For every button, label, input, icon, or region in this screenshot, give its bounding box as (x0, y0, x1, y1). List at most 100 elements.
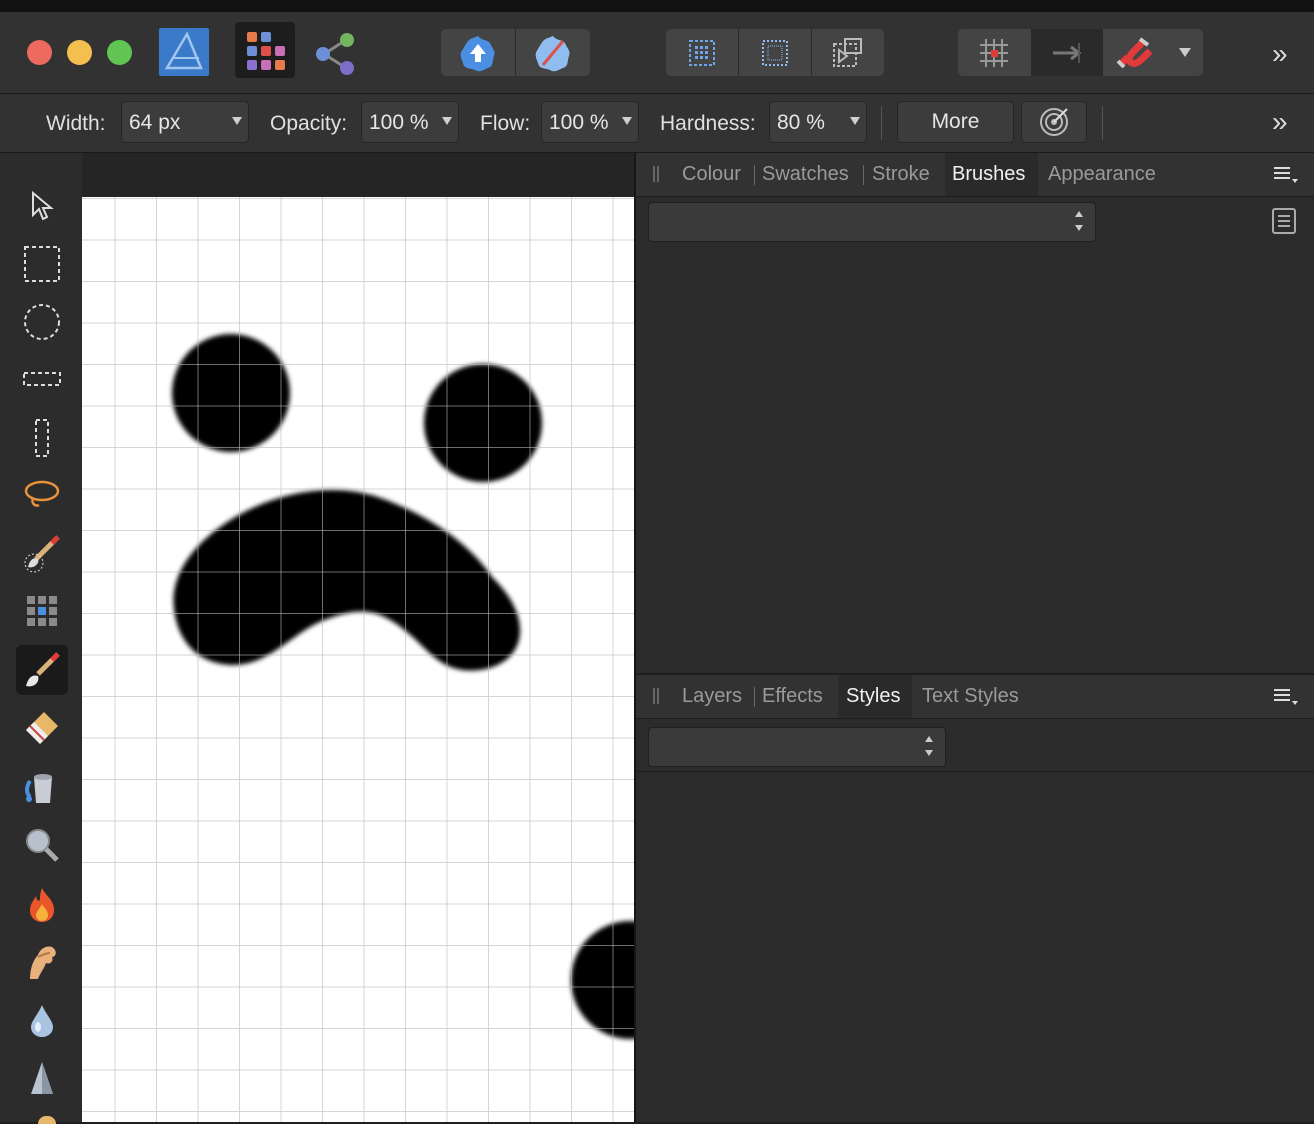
column-marquee-tool[interactable] (16, 413, 68, 463)
chevron-down-icon (1178, 48, 1191, 57)
rectangular-marquee-tool[interactable] (16, 239, 68, 289)
freehand-selection-tool[interactable] (16, 469, 68, 519)
panel-grip-icon[interactable] (653, 166, 659, 182)
flood-select-icon (27, 596, 57, 626)
brush-dab-left (172, 334, 290, 452)
brush-category-select[interactable] (648, 202, 1096, 242)
move-tool[interactable] (16, 181, 68, 231)
brush-dab-corner (571, 921, 635, 1039)
tab-swatches[interactable]: Swatches (762, 163, 849, 186)
erase-brush-tool[interactable] (16, 703, 68, 753)
snapping-group (958, 29, 1203, 76)
flood-fill-icon (25, 774, 52, 803)
tools-panel (0, 153, 82, 1124)
selection-grid-icon (689, 39, 715, 66)
wet-edges-button[interactable] (1021, 101, 1087, 143)
smudge-brush-icon (30, 946, 56, 979)
style-category-select[interactable] (648, 727, 946, 767)
chevron-down-icon (622, 117, 632, 125)
width-value: 64 px (129, 111, 181, 134)
target-icon (1040, 108, 1068, 136)
snapping-magnet-button[interactable] (1104, 29, 1164, 76)
tab-brushes[interactable]: Brushes (952, 163, 1025, 186)
title-bar: » (0, 0, 1314, 94)
row-marquee-tool[interactable] (16, 354, 68, 404)
tab-effects[interactable]: Effects (762, 685, 823, 708)
quick-mask-icon (535, 35, 570, 71)
blur-brush-icon (31, 1005, 53, 1037)
burn-brush-tool[interactable] (16, 880, 68, 930)
flood-fill-tool[interactable] (16, 762, 68, 812)
close-window-button[interactable] (27, 40, 52, 65)
document-canvas[interactable] (82, 197, 635, 1122)
photo-persona-button[interactable] (235, 22, 295, 78)
zoom-tool[interactable] (16, 820, 68, 870)
row-marquee-icon (23, 372, 61, 386)
more-tools-icon (38, 1116, 56, 1124)
toolbar-overflow-icon[interactable]: » (1272, 40, 1300, 68)
select-stepper-icon (925, 736, 935, 758)
panel-grip-icon[interactable] (653, 688, 659, 704)
elliptical-marquee-tool[interactable] (16, 297, 68, 347)
tab-layers[interactable]: Layers (682, 685, 742, 708)
column-marquee-icon (35, 419, 49, 457)
sharpen-brush-tool[interactable] (16, 1053, 68, 1103)
assistant-group (441, 29, 590, 76)
panel-menu-icon[interactable] (1272, 687, 1300, 707)
blur-brush-tool[interactable] (16, 996, 68, 1046)
brush-list-view-icon[interactable] (1272, 208, 1296, 234)
minimize-window-button[interactable] (67, 40, 92, 65)
studio-panel-bottom: Layers Effects Styles Text Styles (636, 675, 1314, 1122)
affinity-photo-logo-icon[interactable] (159, 28, 209, 76)
erase-brush-icon (26, 712, 58, 744)
context-overflow-icon[interactable]: » (1272, 108, 1300, 136)
selection-brush-tool[interactable] (16, 528, 68, 578)
chevron-down-icon (442, 117, 452, 125)
assistant-button[interactable] (441, 29, 515, 76)
tab-stroke[interactable]: Stroke (872, 163, 930, 186)
width-dropdown[interactable]: 64 px (121, 101, 249, 143)
selection-grid-button[interactable] (666, 29, 738, 76)
menu-strip (0, 0, 1314, 12)
painted-strokes (172, 334, 635, 1039)
panel-tab-bar: Colour Swatches Stroke Brushes Appearanc… (636, 153, 1314, 197)
opacity-label: Opacity: (270, 112, 348, 135)
quick-mask-button[interactable] (516, 29, 590, 76)
snapping-grid-button[interactable] (958, 29, 1030, 76)
chevron-down-icon (850, 117, 860, 125)
divider (636, 771, 1314, 772)
transform-selection-icon (833, 37, 862, 67)
freehand-selection-icon (24, 480, 60, 507)
transform-selection-button[interactable] (812, 29, 884, 76)
selection-brush-icon (24, 535, 60, 573)
more-button[interactable]: More (897, 101, 1014, 143)
tab-colour[interactable]: Colour (682, 163, 741, 186)
selection-group (666, 29, 884, 76)
panel-menu-icon[interactable] (1272, 165, 1300, 185)
snapping-grid-icon (980, 38, 1008, 67)
opacity-dropdown[interactable]: 100 % (361, 101, 459, 143)
tab-styles[interactable]: Styles (846, 685, 900, 708)
photo-persona-icon (247, 32, 285, 70)
hardness-label: Hardness: (660, 112, 756, 135)
flow-label: Flow: (480, 112, 531, 135)
hardness-dropdown[interactable]: 80 % (769, 101, 867, 143)
snapping-arrow-button[interactable] (1031, 29, 1103, 76)
brush-stroke-mouth (173, 489, 521, 671)
paint-brush-tool[interactable] (16, 645, 68, 695)
export-persona-button[interactable] (310, 30, 362, 78)
flow-dropdown[interactable]: 100 % (541, 101, 639, 143)
snapping-options-dropdown[interactable] (1166, 29, 1203, 76)
maximize-window-button[interactable] (107, 40, 132, 65)
tab-appearance[interactable]: Appearance (1048, 163, 1156, 186)
snapping-arrow-icon (1053, 42, 1082, 63)
rectangular-marquee-icon (24, 246, 60, 282)
flood-select-tool[interactable] (16, 586, 68, 636)
assistant-icon (460, 35, 495, 71)
zoom-icon (26, 829, 59, 862)
move-tool-icon (32, 191, 54, 221)
panel-tab-bar: Layers Effects Styles Text Styles (636, 675, 1314, 719)
selection-dotted-button[interactable] (739, 29, 811, 76)
tab-text-styles[interactable]: Text Styles (922, 685, 1019, 708)
smudge-brush-tool[interactable] (16, 937, 68, 987)
